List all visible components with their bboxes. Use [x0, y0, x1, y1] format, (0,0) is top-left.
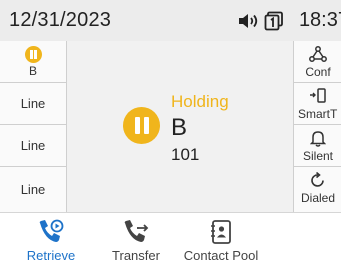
softkey-bar: Retrieve Transfer Contact Pool	[0, 212, 341, 263]
line-key-label: B	[28, 63, 37, 78]
line-key-3[interactable]: Line	[0, 125, 66, 167]
retrieve-call-icon	[37, 219, 65, 250]
smart-transfer-icon	[309, 88, 327, 109]
dialed-key[interactable]: Dialed	[294, 167, 341, 212]
hold-status-icon	[123, 107, 160, 144]
line-key-label: Line	[20, 138, 46, 153]
silent-key-label: Silent	[302, 149, 334, 163]
line-one-icon	[264, 11, 284, 36]
line-key-column: B Line Line Line	[0, 41, 67, 212]
transfer-call-icon	[122, 219, 150, 250]
line-key-4[interactable]: Line	[0, 167, 66, 212]
line-key-label: Line	[20, 96, 46, 111]
status-clock: 18:37	[298, 9, 341, 31]
call-status: Holding	[171, 92, 229, 111]
speaker-volume-icon	[238, 13, 260, 34]
line-key-2[interactable]: Line	[0, 83, 66, 125]
caller-name: B	[171, 114, 188, 141]
status-date: 12/31/2023	[9, 9, 112, 31]
dialed-key-label: Dialed	[300, 191, 336, 205]
retrieve-softkey[interactable]: Retrieve	[20, 213, 82, 263]
status-bar: 12/31/2023 18:37	[0, 0, 341, 41]
smart-transfer-key[interactable]: SmartT	[294, 83, 341, 125]
smart-transfer-key-label: SmartT	[298, 107, 338, 121]
hold-icon	[24, 45, 42, 63]
silent-key[interactable]: Silent	[294, 125, 341, 167]
contact-book-icon	[209, 219, 233, 250]
transfer-softkey[interactable]: Transfer	[104, 213, 168, 263]
conf-key[interactable]: Conf	[294, 41, 341, 83]
function-key-column: Conf SmartT Silent Dialed	[293, 41, 341, 212]
conference-icon	[309, 46, 327, 67]
conf-key-label: Conf	[305, 65, 331, 79]
caller-number: 101	[171, 145, 200, 164]
contact-pool-softkey[interactable]: Contact Pool	[180, 213, 262, 263]
line-key-b[interactable]: B	[0, 41, 66, 83]
line-key-label: Line	[20, 182, 46, 197]
